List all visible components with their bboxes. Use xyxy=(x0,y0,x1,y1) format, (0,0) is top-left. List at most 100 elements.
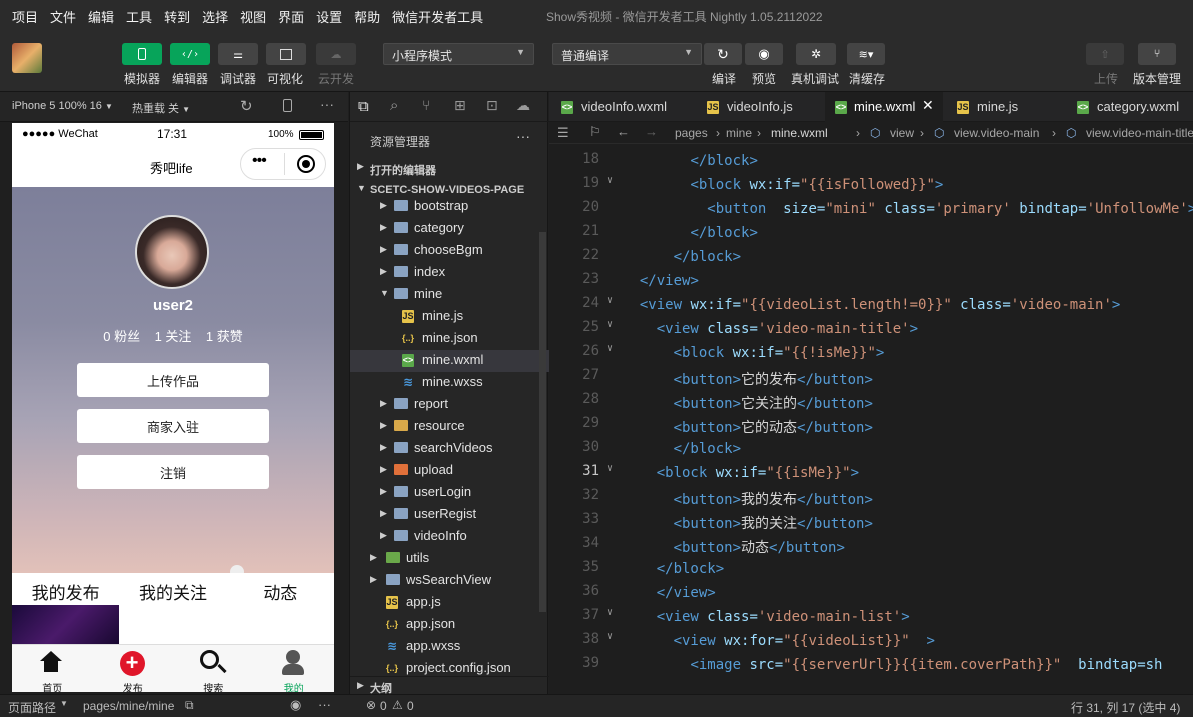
tree-folder-upload[interactable]: ▶ upload xyxy=(350,460,549,482)
code-line[interactable]: 20 <button size="mini" class='primary' b… xyxy=(549,199,1193,223)
open-editors-section[interactable]: ▶ 打开的编辑器 xyxy=(350,157,549,179)
capsule-menu[interactable]: ••• xyxy=(240,148,326,180)
crumb-mine[interactable]: mine xyxy=(726,126,752,140)
tree-file-app-js[interactable]: JS app.js xyxy=(350,592,549,614)
tab-activity[interactable]: 动态 xyxy=(227,573,334,605)
menu-goto[interactable]: 转到 xyxy=(158,7,196,26)
code-line[interactable]: 38 ∨ <view wx:for="{{videoList}}" > xyxy=(549,631,1193,655)
visual-button[interactable] xyxy=(266,43,306,65)
tab-mine-wxml[interactable]: <> mine.wxml ✕ xyxy=(825,92,943,122)
tree-file-mine-js[interactable]: JS mine.js xyxy=(350,306,549,328)
crumb-view[interactable]: view xyxy=(890,126,914,140)
close-circle-icon[interactable] xyxy=(297,155,315,173)
cursor-position[interactable]: 行 31, 列 17 (选中 4) xyxy=(1071,699,1180,716)
code-line[interactable]: 35 </block> xyxy=(549,559,1193,583)
tree-folder-choosebgm[interactable]: ▶ chooseBgm xyxy=(350,240,549,262)
debugger-button[interactable]: ⚌ xyxy=(218,43,258,65)
menu-wechat-devtools[interactable]: 微信开发者工具 xyxy=(386,7,489,26)
video-thumbnail[interactable] xyxy=(12,605,119,644)
tabbar-publish[interactable]: + 发布 xyxy=(93,645,174,692)
simulator-button[interactable] xyxy=(122,43,162,65)
tree-file-mine-wxml[interactable]: <> mine.wxml xyxy=(350,350,549,372)
compile-button[interactable]: ↻ xyxy=(704,43,742,65)
upload-button[interactable]: ⇧ xyxy=(1086,43,1124,65)
avatar[interactable] xyxy=(12,43,42,73)
code-line[interactable]: 33 <button>我的关注</button> xyxy=(549,511,1193,535)
menu-settings[interactable]: 设置 xyxy=(310,7,348,26)
tab-my-posts[interactable]: 我的发布 xyxy=(12,573,119,605)
fold-chevron-icon[interactable]: ∨ xyxy=(607,295,613,306)
tree-file-mine-json[interactable]: {..} mine.json xyxy=(350,328,549,350)
menu-project[interactable]: 项目 xyxy=(0,7,44,26)
tab-my-following[interactable]: 我的关注 xyxy=(119,573,226,605)
outline-section[interactable]: ▶ 大纲 xyxy=(350,676,549,695)
code-area[interactable]: 18 </block> 19 ∨ <block wx:if="{{isFollowe… xyxy=(549,151,1193,694)
code-line[interactable]: 19 ∨ <block wx:if="{{isFollowed}}"> xyxy=(549,175,1193,199)
logout-button[interactable]: 注销 xyxy=(77,455,269,489)
code-line[interactable]: 32 <button>我的发布</button> xyxy=(549,487,1193,511)
clear-cache-button[interactable]: ≋▾ xyxy=(847,43,885,65)
fold-chevron-icon[interactable]: ∨ xyxy=(607,343,613,354)
menu-tools[interactable]: 工具 xyxy=(120,7,158,26)
rotate-icon[interactable]: ↻ xyxy=(240,97,253,115)
tabbar-home[interactable]: 首页 xyxy=(12,645,93,692)
tree-folder-mine[interactable]: ▼ mine xyxy=(350,284,549,306)
code-line[interactable]: 29 <button>它的动态</button> xyxy=(549,415,1193,439)
tree-folder-report[interactable]: ▶ report xyxy=(350,394,549,416)
code-line[interactable]: 39 <image src="{{serverUrl}}{{item.cover… xyxy=(549,655,1193,679)
menu-edit[interactable]: 编辑 xyxy=(82,7,120,26)
search-icon[interactable]: ⌕ xyxy=(390,97,398,114)
tree-folder-userregist[interactable]: ▶ userRegist xyxy=(350,504,549,526)
hotreload-select[interactable]: 热重载 关 ▼ xyxy=(132,100,190,116)
tree-folder-bootstrap[interactable]: ▶ bootstrap xyxy=(350,196,549,218)
crumb-file[interactable]: mine.wxml xyxy=(771,126,828,140)
code-line[interactable]: 27 <button>它的发布</button> xyxy=(549,367,1193,391)
compile-select[interactable]: 普通编译 ▼ xyxy=(552,43,702,65)
code-line[interactable]: 37 ∨ <view class='video-main-list'> xyxy=(549,607,1193,631)
menu-view[interactable]: 视图 xyxy=(234,7,272,26)
preview-button[interactable]: ◉ xyxy=(745,43,783,65)
menu-file[interactable]: 文件 xyxy=(44,7,82,26)
fold-chevron-icon[interactable]: ∨ xyxy=(607,631,613,642)
extensions-icon[interactable]: ⊞ xyxy=(454,97,466,114)
device-select[interactable]: iPhone 5 100% 16 ▼ xyxy=(12,100,113,112)
files-icon[interactable]: ⧉ xyxy=(358,98,369,115)
avatar[interactable] xyxy=(135,215,209,289)
more-icon[interactable]: ··· xyxy=(320,96,334,112)
code-line[interactable]: 21 </block> xyxy=(549,223,1193,247)
code-line[interactable]: 30 </block> xyxy=(549,439,1193,463)
real-debug-button[interactable]: ✲ xyxy=(796,43,836,65)
tab-category-wxml[interactable]: <> category.wxml xyxy=(1069,92,1193,122)
more-icon[interactable]: ••• xyxy=(252,152,267,170)
more-icon[interactable]: ··· xyxy=(516,128,530,144)
copy-icon[interactable]: ⧉ xyxy=(185,698,194,713)
tab-videoinfo-wxml[interactable]: <> videoInfo.wxml xyxy=(549,92,679,122)
menu-interface[interactable]: 界面 xyxy=(272,7,310,26)
version-button[interactable]: ⑂ xyxy=(1138,43,1176,65)
more-icon[interactable]: ··· xyxy=(318,697,331,712)
bookmark-icon[interactable]: ⚐ xyxy=(589,124,601,140)
tree-folder-resource[interactable]: ▶ resource xyxy=(350,416,549,438)
source-control-icon[interactable]: ⑂ xyxy=(422,97,430,113)
tab-mine-js[interactable]: JS mine.js xyxy=(947,92,1057,122)
code-line[interactable]: 36 </view> xyxy=(549,583,1193,607)
fold-chevron-icon[interactable]: ∨ xyxy=(607,319,613,330)
code-line[interactable]: 24 ∨ <view wx:if="{{videoList.length!=0}}… xyxy=(549,295,1193,319)
code-line[interactable]: 23 </view> xyxy=(549,271,1193,295)
fold-chevron-icon[interactable]: ∨ xyxy=(607,607,613,618)
code-line[interactable]: 28 <button>它关注的</button> xyxy=(549,391,1193,415)
tree-folder-searchvideos[interactable]: ▶ searchVideos xyxy=(350,438,549,460)
eye-icon[interactable]: ◉ xyxy=(290,697,301,713)
fold-chevron-icon[interactable]: ∨ xyxy=(607,175,613,186)
editor-button[interactable]: ‹/› xyxy=(170,43,210,65)
tabbar-mine[interactable]: 我的 xyxy=(254,645,335,692)
list-icon[interactable]: ☰ xyxy=(557,125,569,141)
tree-folder-videoinfo[interactable]: ▶ videoInfo xyxy=(350,526,549,548)
back-arrow-icon[interactable]: ← xyxy=(617,124,630,139)
tree-folder-index[interactable]: ▶ index xyxy=(350,262,549,284)
code-line[interactable]: 18 </block> xyxy=(549,151,1193,175)
code-line[interactable]: 25 ∨ <view class='video-main-title'> xyxy=(549,319,1193,343)
tree-folder-category[interactable]: ▶ category xyxy=(350,218,549,240)
fold-chevron-icon[interactable]: ∨ xyxy=(607,463,613,474)
tree-file-app-wxss[interactable]: ≋ app.wxss xyxy=(350,636,549,658)
